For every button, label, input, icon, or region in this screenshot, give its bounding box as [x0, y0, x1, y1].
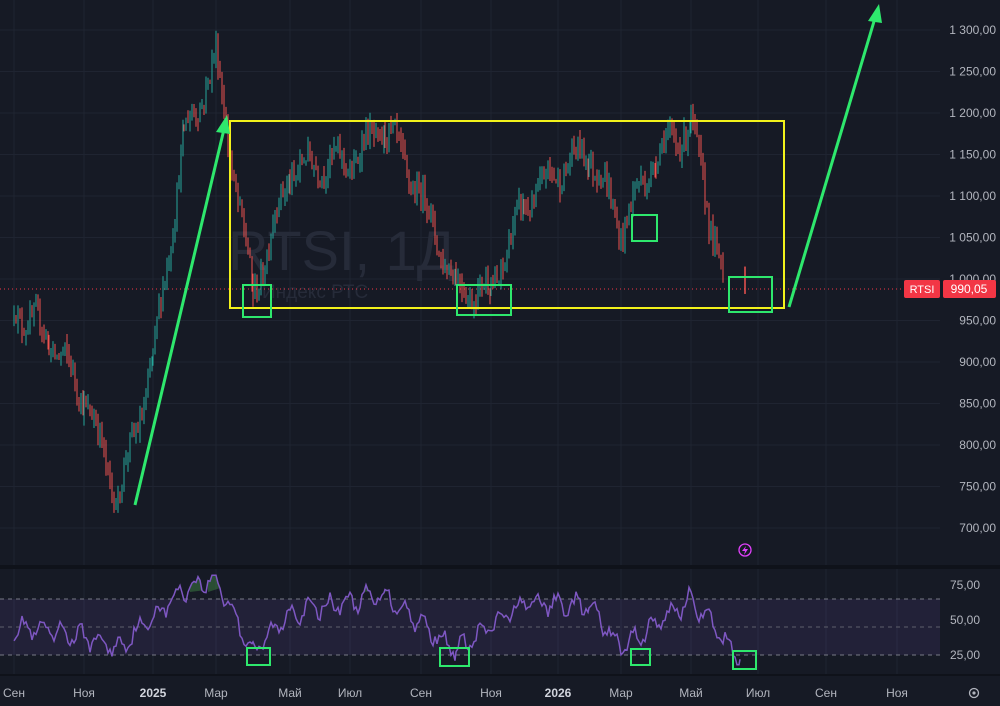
- pane-separator[interactable]: [0, 565, 1000, 569]
- time-tick-label: 2026: [545, 686, 572, 700]
- time-tick-label: Май: [278, 686, 302, 700]
- price-tick-label: 1 150,00: [949, 148, 996, 162]
- time-tick-label: Июл: [338, 686, 362, 700]
- time-tick-label: Сен: [815, 686, 837, 700]
- time-tick-label: Ноя: [73, 686, 95, 700]
- timeaxis-separator: [0, 674, 1000, 676]
- price-tick-label: 950,00: [959, 314, 996, 328]
- price-tick-label: 900,00: [959, 355, 996, 369]
- rsi-tick-label: 25,00: [950, 648, 980, 662]
- price-tick-label: 1 200,00: [949, 106, 996, 120]
- time-tick-label: Ноя: [480, 686, 502, 700]
- rsi-axis[interactable]: 75,00 50,00 25,00: [950, 578, 980, 662]
- price-tick-label: 850,00: [959, 397, 996, 411]
- time-tick-label: Мар: [204, 686, 228, 700]
- price-tick-label: 700,00: [959, 521, 996, 535]
- price-tick-label: 1 050,00: [949, 231, 996, 245]
- price-tick-label: 750,00: [959, 480, 996, 494]
- chart-root[interactable]: RTSI, 1Д Индекс РТС 1 300,00 1 250,00 1 20…: [0, 0, 1000, 706]
- time-tick-label: Сен: [410, 686, 432, 700]
- time-tick-label: 2025: [140, 686, 167, 700]
- ticker-badge-label: RTSI: [910, 284, 935, 296]
- time-tick-label: Ноя: [886, 686, 908, 700]
- watermark-name: Индекс РТС: [262, 282, 368, 303]
- price-tick-label: 1 100,00: [949, 189, 996, 203]
- rsi-tick-label: 50,00: [950, 613, 980, 627]
- rsi-tick-label: 75,00: [950, 578, 980, 592]
- time-tick-label: Сен: [3, 686, 25, 700]
- last-price-label: 990,05: [951, 282, 988, 296]
- time-tick-label: Мар: [609, 686, 633, 700]
- watermark-symbol: RTSI, 1Д: [228, 219, 455, 282]
- price-tick-label: 800,00: [959, 438, 996, 452]
- price-tick-label: 1 250,00: [949, 65, 996, 79]
- time-tick-label: Май: [679, 686, 703, 700]
- price-tick-label: 1 300,00: [949, 23, 996, 37]
- time-tick-label: Июл: [746, 686, 770, 700]
